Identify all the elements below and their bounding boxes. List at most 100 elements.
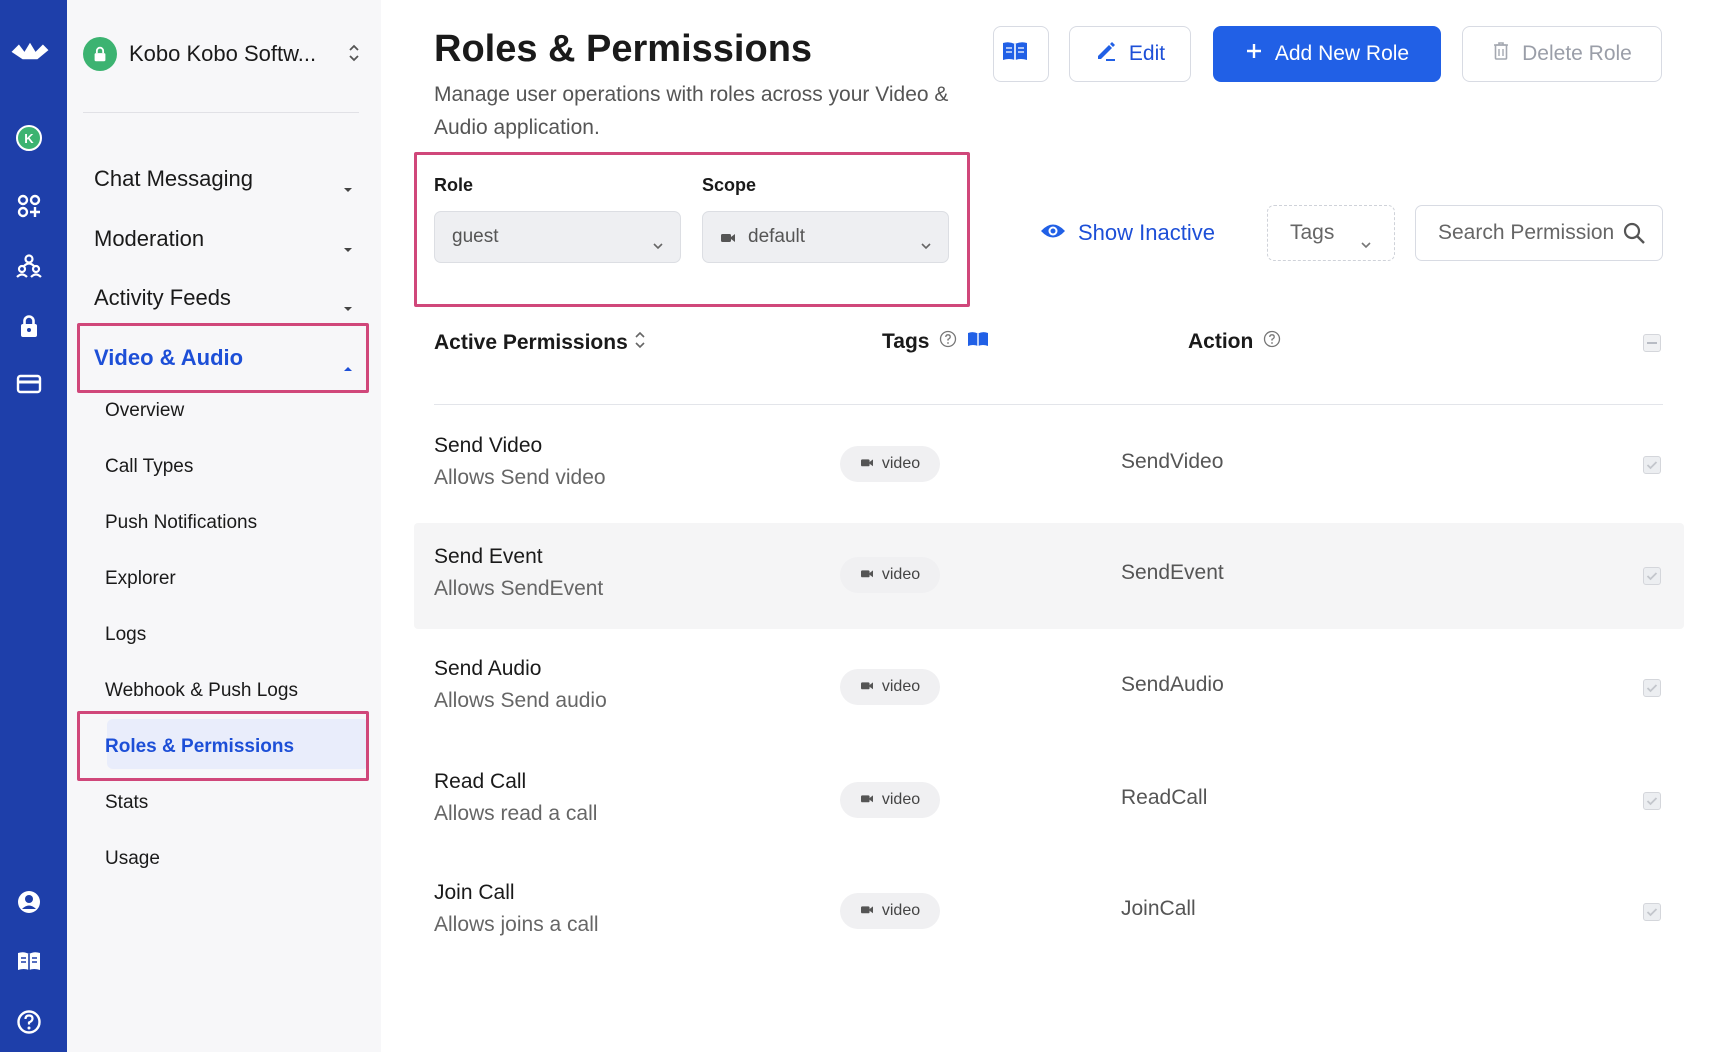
sidebar-item-label: Activity Feeds	[94, 285, 231, 310]
sidebar-subitem-overview[interactable]: Overview	[105, 391, 184, 431]
sidebar-subitem-stats[interactable]: Stats	[105, 783, 148, 823]
column-header-active-permissions[interactable]: Active Permissions	[434, 330, 646, 356]
add-new-role-button[interactable]: Add New Role	[1213, 26, 1441, 82]
plus-icon	[1245, 42, 1275, 66]
sidebar-subitem-logs[interactable]: Logs	[105, 615, 146, 655]
permission-name: Join Call	[434, 881, 515, 904]
sidebar-item-chat-messaging[interactable]: Chat Messaging	[77, 154, 367, 204]
scope-select-value: default	[748, 226, 806, 247]
table-row[interactable]: Send Audio Allows Send audio video SendA…	[414, 635, 1684, 741]
column-header-label: Action	[1188, 330, 1254, 353]
org-switcher[interactable]: Kobo Kobo Softw...	[83, 34, 373, 74]
video-camera-icon	[860, 791, 882, 809]
row-checkbox[interactable]	[1643, 456, 1661, 474]
table-row[interactable]: Send Event Allows SendEvent video SendEv…	[414, 523, 1684, 629]
tag-pill: video	[840, 669, 940, 705]
scope-icon	[720, 230, 736, 244]
sidebar-item-moderation[interactable]: Moderation	[77, 214, 367, 264]
sidebar-item-label: Chat Messaging	[94, 166, 253, 191]
users-icon[interactable]	[14, 251, 44, 281]
tag-label: video	[881, 566, 921, 583]
table-row[interactable]: Join Call Allows joins a call video Join…	[414, 859, 1684, 965]
tags-filter-dropdown[interactable]: Tags	[1267, 205, 1395, 261]
video-camera-icon	[860, 566, 882, 584]
action-name: ReadCall	[1121, 786, 1208, 809]
row-checkbox[interactable]	[1643, 792, 1661, 810]
permission-description: Allows joins a call	[434, 913, 599, 936]
docs-button[interactable]	[993, 26, 1049, 82]
sidebar-subitem-webhook-push-logs[interactable]: Webhook & Push Logs	[105, 671, 298, 711]
sort-icon[interactable]	[628, 330, 646, 356]
sidebar-subitem-call-types[interactable]: Call Types	[105, 447, 193, 487]
row-checkbox[interactable]	[1643, 567, 1661, 585]
checkmark-icon	[1646, 684, 1658, 693]
search-permissions-field[interactable]	[1415, 205, 1663, 261]
caret-down-icon	[343, 293, 353, 319]
tag-pill: video	[840, 446, 940, 482]
row-checkbox[interactable]	[1643, 679, 1661, 697]
tag-label: video	[881, 455, 921, 472]
sidebar-item-activity-feeds[interactable]: Activity Feeds	[77, 273, 367, 323]
action-name: SendVideo	[1121, 450, 1224, 473]
sidebar-subitem-explorer[interactable]: Explorer	[105, 559, 176, 599]
sidebar-subitem-usage[interactable]: Usage	[105, 839, 160, 879]
pencil-icon	[1095, 40, 1129, 68]
caret-down-icon	[343, 174, 353, 200]
role-label: Role	[434, 175, 474, 195]
video-camera-icon	[860, 455, 882, 473]
table-row[interactable]: Read Call Allows read a call video ReadC…	[414, 748, 1684, 854]
show-inactive-label: Show Inactive	[1078, 220, 1215, 245]
tag-label: video	[881, 791, 921, 808]
avatar-letter: K	[24, 131, 34, 146]
tag-pill: video	[840, 893, 940, 929]
permission-description: Allows read a call	[434, 802, 598, 825]
checkmark-icon	[1646, 908, 1658, 917]
checkmark-icon	[1646, 572, 1658, 581]
select-all-checkbox[interactable]	[1643, 334, 1661, 352]
sidebar-item-video-audio[interactable]: Video & Audio	[77, 333, 367, 383]
role-select[interactable]: guest	[434, 211, 681, 263]
org-lock-icon	[83, 37, 117, 71]
permission-name: Send Video	[434, 434, 543, 457]
sidebar-item-label: Moderation	[94, 226, 205, 251]
caret-up-icon	[343, 353, 353, 379]
lock-icon[interactable]	[14, 311, 44, 341]
row-checkbox[interactable]	[1643, 903, 1661, 921]
column-header-label: Tags	[882, 330, 930, 353]
search-input[interactable]	[1438, 221, 1614, 245]
sidebar-subitem-push-notifications[interactable]: Push Notifications	[105, 503, 257, 543]
column-header-label: Active Permissions	[434, 331, 628, 354]
table-row[interactable]: Send Video Allows Send video video SendV…	[414, 412, 1684, 518]
chevron-updown-icon	[347, 42, 361, 69]
show-inactive-toggle[interactable]: Show Inactive	[1040, 218, 1215, 248]
search-icon[interactable]	[1622, 221, 1646, 245]
sidebar-subitem-roles-permissions[interactable]: Roles & Permissions	[105, 727, 294, 767]
account-icon[interactable]	[14, 887, 44, 917]
sidebar: Kobo Kobo Softw... Chat Messaging Modera…	[67, 0, 381, 1052]
stream-logo-icon[interactable]	[8, 36, 52, 66]
billing-card-icon[interactable]	[14, 369, 44, 399]
permission-name: Send Audio	[434, 657, 542, 680]
help-circle-icon[interactable]	[929, 330, 957, 354]
help-circle-icon[interactable]	[1253, 330, 1281, 354]
checkmark-icon	[1646, 461, 1658, 470]
org-avatar-icon[interactable]: K	[14, 123, 44, 153]
edit-button[interactable]: Edit	[1069, 26, 1191, 82]
tag-pill: video	[840, 557, 940, 593]
page-title: Roles & Permissions	[434, 28, 813, 70]
scope-select[interactable]: default	[702, 211, 949, 263]
permission-description: Allows Send audio	[434, 689, 607, 712]
delete-role-button[interactable]: Delete Role	[1462, 26, 1662, 82]
sidebar-divider	[83, 112, 359, 113]
tag-pill: video	[840, 782, 940, 818]
apps-icon[interactable]	[14, 191, 44, 221]
delete-role-label: Delete Role	[1522, 42, 1632, 65]
tag-label: video	[881, 678, 921, 695]
help-icon[interactable]	[14, 1007, 44, 1037]
docs-book-icon[interactable]	[957, 330, 989, 354]
tag-label: video	[881, 902, 921, 919]
docs-book-icon[interactable]	[14, 946, 44, 976]
chevron-down-icon	[1360, 231, 1372, 255]
caret-down-icon	[343, 234, 353, 260]
column-header-tags: Tags	[882, 330, 989, 354]
